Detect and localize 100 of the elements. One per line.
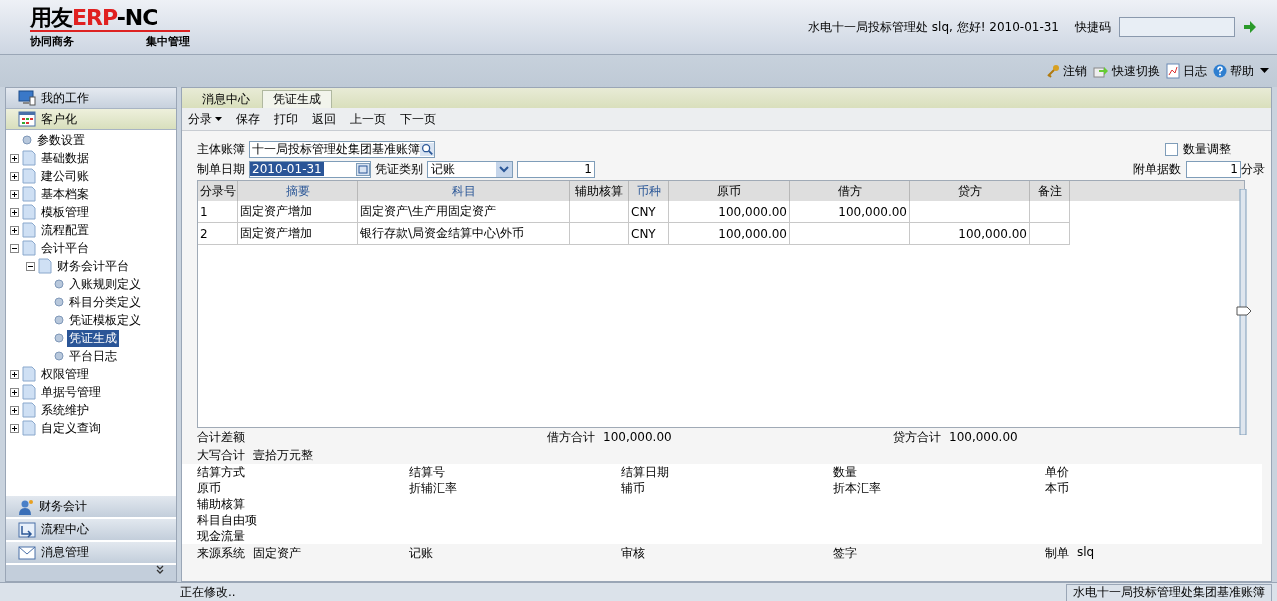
total-value: 100,000.00 [949,430,1018,444]
expand-icon[interactable] [10,405,19,415]
detail-label: 结算日期 [621,464,670,481]
table-cell: 固定资产增加 [238,223,358,245]
expand-icon[interactable] [10,369,19,379]
toolbar-button[interactable]: 保存 [236,110,260,128]
expand-icon[interactable] [10,225,19,235]
table-cell: CNY [629,223,669,245]
module-button[interactable]: 消息管理 [6,542,176,563]
sidebar-section[interactable]: 客户化 [6,109,176,130]
expand-icon[interactable] [10,189,19,199]
footer-label: 记账 [409,544,433,562]
tree-item[interactable]: 模板管理 [39,203,91,221]
header-link[interactable]: 帮助 [1230,62,1254,80]
shortcut-label: 快捷码 [1075,18,1111,36]
bullet-icon [54,315,64,325]
toolbar-button[interactable]: 上一页 [350,110,386,128]
tree-item[interactable]: 建公司账 [39,167,91,185]
toolbar-button[interactable]: 下一页 [400,110,436,128]
total-label: 贷方合计 [893,428,941,446]
table-cell [1030,201,1070,223]
shortcut-field[interactable] [1119,17,1235,37]
tree-item[interactable]: 基本档案 [39,185,91,203]
footer-label: 审核 [621,544,645,562]
tab[interactable]: 消息中心 [192,91,260,108]
detail-label: 结算方式 [197,464,246,481]
tree-item[interactable]: 凭证模板定义 [67,311,143,329]
table-cell: 100,000.00 [910,223,1030,245]
chevron-down-icon[interactable] [156,565,164,575]
tree-item[interactable]: 财务会计平台 [55,257,131,275]
expand-icon[interactable] [10,423,19,433]
sidebar-section[interactable]: 我的工作 [6,88,176,109]
page-icon [22,222,36,238]
field-label: 制单日期 [197,160,245,178]
status-message: 正在修改.. [180,584,236,601]
tree-item[interactable]: 基础数据 [39,149,91,167]
arrow-icon[interactable] [1243,21,1257,33]
collapse-icon[interactable] [26,261,35,271]
table-cell: 固定资产\生产用固定资产 [358,201,570,223]
tree-item[interactable]: 凭证生成 [67,329,119,347]
table-cell: 2 [198,223,238,245]
expand-icon[interactable] [10,171,19,181]
total-label: 借方合计 [547,428,595,446]
tab[interactable]: 凭证生成 [262,90,332,108]
page-icon [22,420,36,436]
module-button[interactable]: 财务会计 [6,496,176,517]
book-field[interactable]: 十一局投标管理处集团基准账簿 [249,140,435,158]
module-button[interactable]: 流程中心 [6,519,176,540]
footer-label: 制单 [1045,544,1069,562]
tree-item[interactable]: 自定义查询 [39,419,103,437]
person-icon [18,498,34,515]
tree-item[interactable]: 单据号管理 [39,383,103,401]
checkbox[interactable] [1165,142,1178,156]
table-cell: 100,000.00 [790,201,910,223]
tree-item[interactable]: 会计平台 [39,239,91,257]
total-label: 合计差额 [197,428,246,446]
toolbar-button[interactable]: 打印 [274,110,298,128]
field-label: 主体账簿 [197,140,245,158]
type-select[interactable]: 记账 [427,160,513,178]
header-link[interactable]: 注销 [1063,62,1087,80]
toolbar-button[interactable]: 分录 [188,110,222,128]
flow-icon [18,521,36,538]
table-cell: 银行存款\局资金结算中心\外币 [358,223,570,245]
detail-label: 科目自由项 [197,512,258,529]
collapse-icon[interactable] [10,243,19,253]
calendar-icon[interactable] [356,162,370,176]
table-cell: 100,000.00 [669,201,790,223]
attachment-count-field[interactable]: 1 [1186,160,1241,178]
toolbar-button[interactable]: 返回 [312,110,336,128]
expand-icon[interactable] [10,153,19,163]
greeting-text: 水电十一局投标管理处 slq, 您好! 2010-01-31 [808,18,1059,36]
caret-icon[interactable] [1260,68,1269,74]
total-label: 大写合计 [197,446,245,464]
header-link[interactable]: 快速切换 [1112,62,1160,80]
page-icon [22,168,36,184]
tree-item[interactable]: 权限管理 [39,365,91,383]
tree-item[interactable]: 参数设置 [35,131,87,149]
field-label: 附单据数 [1133,160,1181,178]
caret-icon[interactable] [215,117,222,121]
detail-label: 本币 [1045,480,1070,497]
tree-item[interactable]: 科目分类定义 [67,293,143,311]
search-icon[interactable] [420,141,434,157]
footer-value: slq [1077,544,1095,561]
table-cell: 100,000.00 [669,223,790,245]
tree-item[interactable]: 流程配置 [39,221,91,239]
monitor-icon [18,90,36,106]
envelope-icon [18,545,36,560]
voucher-number-field[interactable]: 1 [517,160,595,178]
header-link[interactable]: 日志 [1183,62,1207,80]
tree-item[interactable]: 系统维护 [39,401,91,419]
tree-item[interactable]: 入账规则定义 [67,275,143,293]
table-cell [570,223,629,245]
footer-value: 固定资产 [253,544,301,562]
column-header: 分录号 [198,181,238,201]
expand-icon[interactable] [10,207,19,217]
expand-icon[interactable] [10,387,19,397]
date-field[interactable]: 2010-01-31 [249,160,371,178]
splitter-handle[interactable] [1235,189,1253,435]
detail-label: 辅币 [621,480,646,497]
tree-item[interactable]: 平台日志 [67,347,119,365]
